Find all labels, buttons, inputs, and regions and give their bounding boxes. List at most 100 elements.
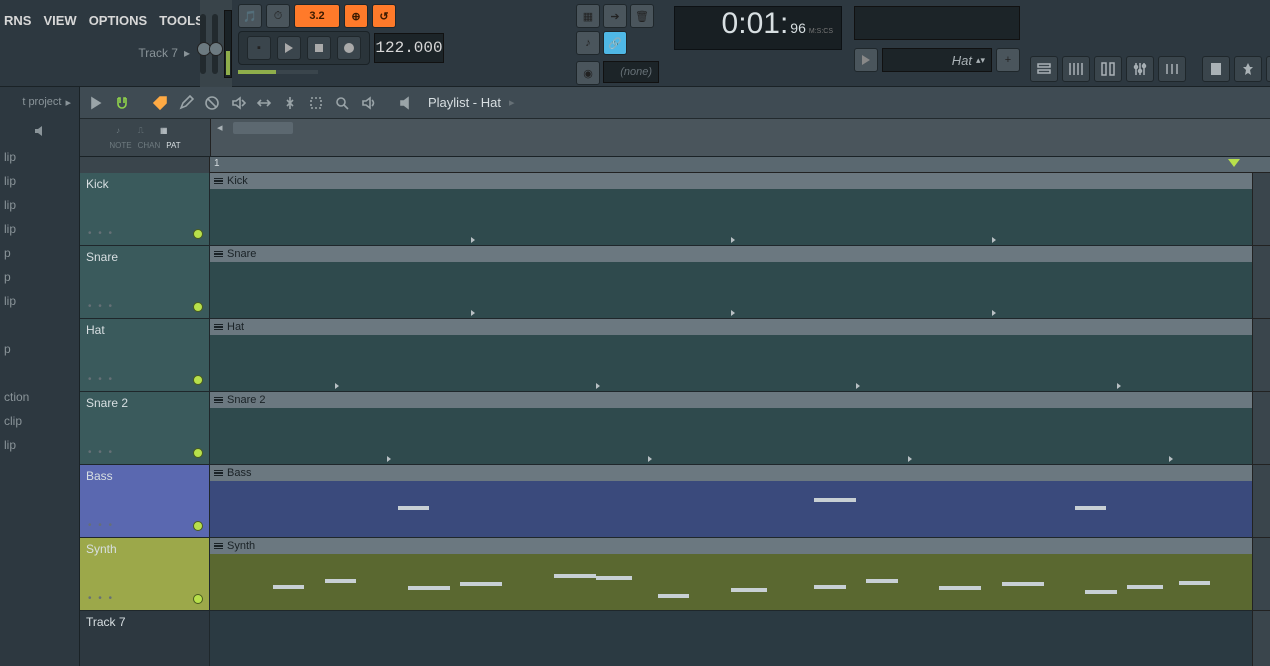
hint-icon: ▸ [184, 46, 190, 60]
browser-item[interactable]: p [0, 337, 79, 361]
tag-icon[interactable] [150, 93, 170, 113]
transport: 🎵 ⏱ 3.2 ⊕ ↺ ▪ 122.000 [232, 0, 572, 86]
song-mode-toggle[interactable]: ▪ [247, 36, 271, 60]
tempo-display[interactable]: 122.000 [374, 33, 444, 63]
track-header-synth[interactable]: Synth• • • [80, 538, 210, 611]
record-button[interactable] [337, 36, 361, 60]
slip-icon[interactable] [254, 93, 274, 113]
loop-record-icon[interactable]: ⊕ [344, 4, 368, 28]
track-lane[interactable]: Snare 2 [210, 392, 1270, 465]
sliders-icon[interactable] [1158, 56, 1186, 82]
track-lane[interactable]: Kick [210, 173, 1270, 246]
menu-view[interactable]: VIEW [43, 13, 76, 28]
browser-item[interactable]: lip [0, 193, 79, 217]
pattern-number[interactable]: 3.2 [294, 4, 340, 28]
browser-item[interactable]: lip [0, 145, 79, 169]
zoom-icon[interactable] [332, 93, 352, 113]
track-lane[interactable]: Synth [210, 538, 1270, 611]
playlist-icon[interactable] [1030, 56, 1058, 82]
play-button[interactable] [277, 36, 301, 60]
progress-bar[interactable] [238, 70, 318, 74]
track-lane[interactable]: Hat [210, 319, 1270, 392]
track-led-icon[interactable] [193, 521, 203, 531]
select-icon[interactable] [306, 93, 326, 113]
pattern-clip[interactable]: Snare [210, 246, 1252, 318]
menu-tools[interactable]: TOOLS [159, 13, 204, 28]
menu-patterns[interactable]: RNS [4, 13, 31, 28]
track-lane[interactable]: Bass [210, 465, 1270, 538]
track-header-snare[interactable]: Snare• • • [80, 246, 210, 319]
track-header-empty[interactable]: Track 7 [80, 611, 210, 666]
pattern-add-button[interactable]: + [996, 48, 1020, 72]
knob-icon[interactable]: ◉ [576, 61, 600, 85]
browser-item[interactable]: p [0, 265, 79, 289]
metronome-icon[interactable]: 🎵 [238, 4, 262, 28]
pattern-selector[interactable]: Hat▴▾ [882, 48, 992, 72]
browser-item[interactable]: clip [0, 409, 79, 433]
track-led-icon[interactable] [193, 594, 203, 604]
track-header-bass[interactable]: Bass• • • [80, 465, 210, 538]
pencil-icon[interactable] [176, 93, 196, 113]
magnet-icon[interactable] [112, 93, 132, 113]
track-lane[interactable] [210, 611, 1270, 666]
note-mode-icon[interactable]: ♪ [116, 126, 130, 140]
midi-icon[interactable]: ♪ [576, 31, 600, 55]
piano-icon[interactable]: ▦ [576, 4, 600, 28]
pattern-clip[interactable]: Snare 2 [210, 392, 1252, 464]
volume-icon[interactable] [396, 93, 416, 113]
countdown-icon[interactable]: ⏱ [266, 4, 290, 28]
master-meter [854, 6, 1020, 40]
end-marker-icon[interactable] [1228, 159, 1240, 167]
browser-item[interactable]: lip [0, 217, 79, 241]
browser-item[interactable]: ction [0, 385, 79, 409]
time-display[interactable]: 0: 01: 96 M:S:CS [674, 6, 842, 50]
menu-options[interactable]: OPTIONS [89, 13, 148, 28]
speaker-tool-icon[interactable] [358, 93, 378, 113]
playlist-mode-tabs[interactable]: ♪ ⎍ ▦ NOTE CHAN PAT [80, 119, 210, 156]
track-led-icon[interactable] [193, 375, 203, 385]
browser-item[interactable] [0, 361, 79, 385]
track-led-icon[interactable] [193, 229, 203, 239]
play-small-icon[interactable] [86, 93, 106, 113]
pattern-play-icon[interactable] [854, 48, 878, 72]
playlist: ♪ ⎍ ▦ NOTE CHAN PAT ◂ 1 Kick• • •Snare• … [80, 119, 1270, 666]
track-led-icon[interactable] [193, 302, 203, 312]
pat-mode-icon[interactable]: ▦ [160, 126, 174, 140]
chan-mode-icon[interactable]: ⎍ [138, 126, 152, 140]
mixer-icon[interactable] [1126, 56, 1154, 82]
pattern-clip[interactable]: Kick [210, 173, 1252, 245]
master-knobs[interactable] [200, 0, 232, 87]
channel-rack-icon[interactable] [1094, 56, 1122, 82]
browser-item[interactable]: lip [0, 169, 79, 193]
track-header-hat[interactable]: Hat• • • [80, 319, 210, 392]
track-header-snare-2[interactable]: Snare 2• • • [80, 392, 210, 465]
speaker-icon[interactable] [0, 117, 79, 145]
browser-item[interactable] [0, 313, 79, 337]
stop-button[interactable] [307, 36, 331, 60]
browser-item[interactable]: lip [0, 433, 79, 457]
overdub-icon[interactable]: ↺ [372, 4, 396, 28]
pattern-clip[interactable]: Bass [210, 465, 1252, 537]
playlist-toolbar: Playlist - Hat ▸ [80, 87, 1270, 119]
vertical-scrollbar[interactable] [1252, 173, 1270, 666]
track-header-kick[interactable]: Kick• • • [80, 173, 210, 246]
track-led-icon[interactable] [193, 448, 203, 458]
mute-tool-icon[interactable] [228, 93, 248, 113]
slice-icon[interactable] [280, 93, 300, 113]
pattern-clip[interactable]: Hat [210, 319, 1252, 391]
piano-roll-icon[interactable] [1062, 56, 1090, 82]
timeline-ruler[interactable]: 1 [210, 157, 1270, 173]
arrow-icon[interactable]: ➔ [603, 4, 627, 28]
browser-toggle-icon[interactable] [1202, 56, 1230, 82]
trash-icon[interactable]: 🗑 [630, 4, 654, 28]
ban-icon[interactable] [202, 93, 222, 113]
pattern-clip[interactable]: Synth [210, 538, 1252, 610]
browser-item[interactable]: lip [0, 289, 79, 313]
plugin-icon[interactable] [1266, 56, 1270, 82]
snap-select[interactable]: (none) [603, 61, 659, 83]
browser-item[interactable]: p [0, 241, 79, 265]
track-lane[interactable]: Snare [210, 246, 1270, 319]
horizontal-scrollbar[interactable]: ◂ [210, 119, 1270, 156]
link-icon[interactable]: 🔗 [603, 31, 627, 55]
pin-icon[interactable] [1234, 56, 1262, 82]
